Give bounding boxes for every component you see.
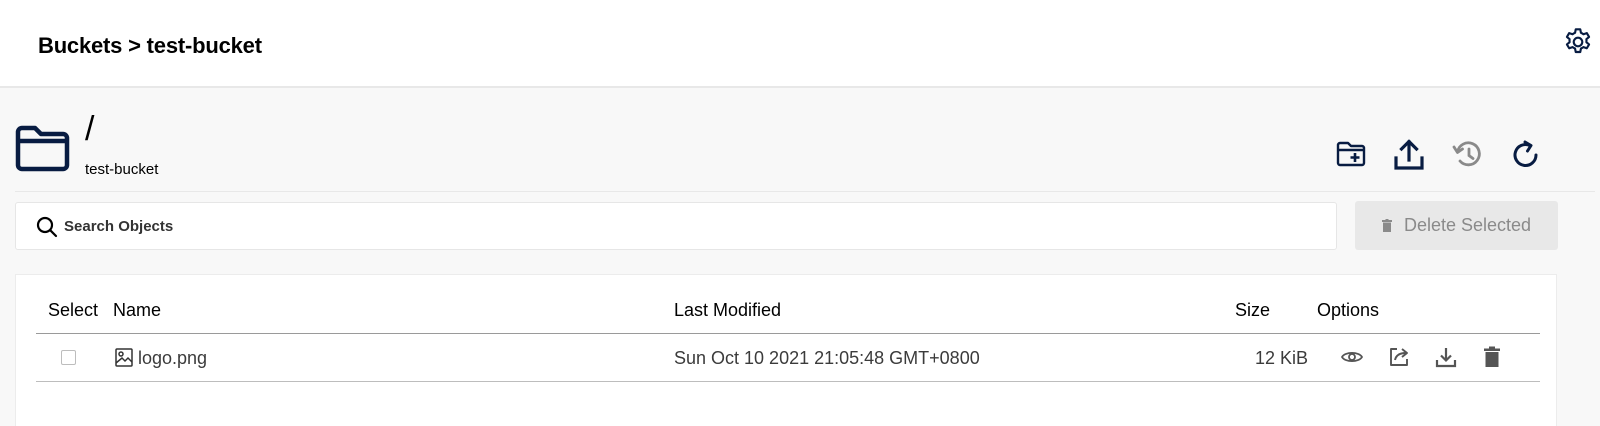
bucket-name: test-bucket xyxy=(85,161,159,178)
folder-plus-icon xyxy=(1336,141,1366,167)
delete-selected-button[interactable]: Delete Selected xyxy=(1355,201,1558,250)
share-icon[interactable] xyxy=(1387,345,1411,369)
column-header-last-modified[interactable]: Last Modified xyxy=(674,300,781,321)
search-bar xyxy=(15,202,1337,250)
download-icon[interactable] xyxy=(1434,345,1458,369)
folder-icon xyxy=(15,124,71,172)
refresh-button[interactable] xyxy=(1509,138,1543,172)
delete-icon[interactable] xyxy=(1480,345,1504,369)
preview-icon[interactable] xyxy=(1340,345,1364,369)
delete-selected-label: Delete Selected xyxy=(1403,215,1532,235)
upload-icon xyxy=(1394,139,1424,170)
row-divider xyxy=(36,381,1540,382)
row-last-modified: Sun Oct 10 2021 21:05:48 GMT+0800 xyxy=(674,348,980,368)
search-input[interactable] xyxy=(64,203,1324,249)
header-divider xyxy=(36,333,1540,334)
search-icon xyxy=(36,216,58,238)
column-header-name[interactable]: Name xyxy=(113,300,161,321)
top-bar: Buckets > test-bucket xyxy=(0,0,1600,88)
breadcrumb[interactable]: Buckets > test-bucket xyxy=(38,33,262,59)
image-file-icon xyxy=(115,348,133,367)
refresh-icon xyxy=(1513,140,1538,167)
column-header-select[interactable]: Select xyxy=(48,300,98,321)
history-icon xyxy=(1452,141,1481,167)
row-size: 12 KiB xyxy=(1255,348,1309,368)
create-folder-button[interactable] xyxy=(1334,138,1368,172)
row-select-checkbox[interactable] xyxy=(61,350,76,365)
gear-icon[interactable] xyxy=(1562,26,1594,58)
trash-icon xyxy=(1381,219,1392,232)
row-file-name[interactable]: logo.png xyxy=(138,348,207,369)
objects-table: Select Name Last Modified Size Options l… xyxy=(15,274,1557,426)
current-path: / xyxy=(85,110,95,148)
column-header-options: Options xyxy=(1317,300,1380,320)
column-header-size[interactable]: Size xyxy=(1235,300,1270,321)
upload-button[interactable] xyxy=(1392,138,1426,172)
rewind-button[interactable] xyxy=(1451,138,1485,172)
